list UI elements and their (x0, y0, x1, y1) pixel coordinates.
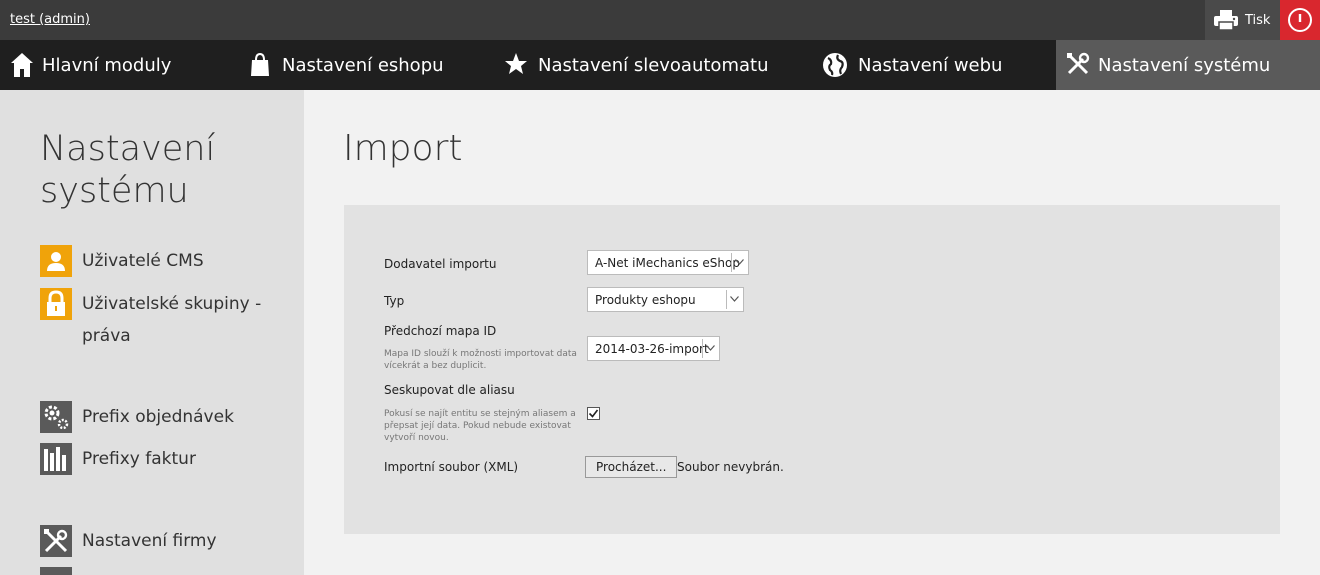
file-status: Soubor nevybrán. (677, 460, 784, 474)
nav-label: Nastavení eshopu (282, 55, 444, 76)
supplier-select-value: A-Net iMechanics eShop (595, 256, 740, 270)
lock-icon (40, 288, 72, 320)
sidebar-item-label: Nastavení firmy (82, 531, 217, 551)
chevron-down-icon (731, 253, 746, 272)
star-icon (504, 52, 528, 81)
top-bar: test (admin) Tisk (0, 0, 1320, 40)
printer-icon (1213, 9, 1239, 35)
nav-label: Nastavení slevoautomatu (538, 55, 769, 76)
home-icon (10, 52, 34, 83)
nav-item-eshop-settings[interactable]: Nastavení eshopu (230, 40, 490, 90)
sidebar-item-partial[interactable] (40, 567, 72, 575)
sidebar: Nastavení systému Uživatelé CMS Uživatel… (0, 90, 304, 575)
prev-map-help: Mapa ID slouží k možnosti importovat dat… (384, 349, 577, 371)
sidebar-item-label: Prefix objednávek (82, 407, 234, 427)
logout-button[interactable] (1280, 0, 1320, 40)
globe-icon (822, 52, 848, 83)
page-title: Import (343, 128, 463, 169)
nav-item-web-settings[interactable]: Nastavení webu (800, 40, 1056, 90)
type-label: Typ (384, 294, 405, 308)
power-icon (1287, 7, 1313, 37)
group-alias-checkbox[interactable] (587, 407, 600, 420)
bar-chart-icon (40, 443, 72, 475)
browse-file-button[interactable]: Procházet... (585, 456, 678, 478)
nav-item-discount-settings[interactable]: Nastavení slevoautomatu (490, 40, 800, 90)
import-file-label: Importní soubor (XML) (384, 460, 519, 474)
sidebar-item-label: Prefixy faktur (82, 449, 196, 469)
tools-icon (40, 525, 72, 557)
chevron-down-icon (726, 290, 741, 309)
sidebar-title: Nastavení systému (40, 129, 216, 211)
type-select-value: Produkty eshopu (595, 293, 696, 307)
prev-map-select[interactable]: 2014-03-26-import (587, 336, 720, 361)
tools-icon (1066, 52, 1090, 81)
gears-icon (40, 401, 72, 433)
nav-item-main-modules[interactable]: Hlavní moduly (0, 40, 230, 90)
user-icon (40, 245, 72, 277)
supplier-select[interactable]: A-Net iMechanics eShop (587, 250, 749, 275)
prev-map-label: Předchozí mapa ID (384, 324, 497, 338)
print-label: Tisk (1245, 13, 1271, 28)
sidebar-item-label: Uživatelé CMS (82, 251, 204, 271)
user-account-link[interactable]: test (admin) (10, 12, 90, 27)
chevron-down-icon (702, 339, 717, 358)
print-button[interactable]: Tisk (1205, 0, 1280, 40)
group-alias-label: Seskupovat dle aliasu (384, 383, 515, 397)
main-navigation: Hlavní moduly Nastavení eshopu Nastavení… (0, 40, 1320, 90)
nav-label: Hlavní moduly (42, 55, 172, 76)
group-alias-help: Pokusí se najít entitu se stejným aliase… (384, 409, 576, 443)
type-select[interactable]: Produkty eshopu (587, 287, 744, 312)
checkmark-icon (588, 409, 599, 418)
shopping-bag-icon (250, 52, 270, 83)
nav-item-system-settings[interactable]: Nastavení systému (1056, 40, 1320, 90)
supplier-label: Dodavatel importu (384, 257, 497, 271)
sidebar-item-label: Uživatelské skupiny - práva (82, 294, 262, 346)
import-form-panel: Dodavatel importu A-Net iMechanics eShop… (344, 205, 1280, 534)
prev-map-select-value: 2014-03-26-import (595, 342, 709, 356)
nav-label: Nastavení webu (858, 55, 1003, 76)
nav-label: Nastavení systému (1098, 55, 1271, 76)
